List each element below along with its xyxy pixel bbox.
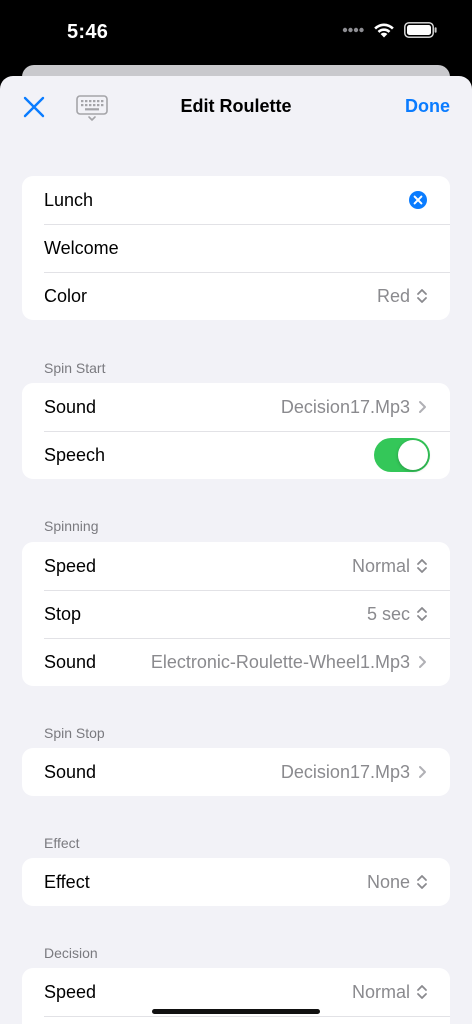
speed-value-text: Normal bbox=[351, 981, 410, 1002]
sound-value-text: Decision17.Mp3 bbox=[280, 396, 410, 417]
cellular-signal-icon bbox=[342, 27, 364, 33]
chevron-right-icon bbox=[419, 401, 426, 413]
effect-label: Effect bbox=[44, 871, 90, 892]
speed-value[interactable]: Normal bbox=[352, 982, 428, 1003]
effect-row[interactable]: Effect None bbox=[22, 858, 450, 906]
chevron-up-down-icon bbox=[417, 559, 427, 573]
sound-value-text: Electronic-Roulette-Wheel1.Mp3 bbox=[150, 651, 410, 672]
chevron-up-down-icon bbox=[417, 875, 427, 889]
sound-label: Sound bbox=[44, 396, 97, 417]
spinning-group: Speed Normal Stop 5 sec Sound Electronic… bbox=[22, 542, 450, 686]
battery-icon bbox=[404, 22, 437, 38]
sound-label: Sound bbox=[44, 651, 97, 672]
home-indicator[interactable] bbox=[152, 1009, 320, 1014]
speed-label: Speed bbox=[44, 555, 97, 576]
spinning-stop-row[interactable]: Stop 5 sec bbox=[22, 590, 450, 638]
sound-value-text: Decision17.Mp3 bbox=[280, 761, 410, 782]
stop-value[interactable]: 5 sec bbox=[367, 604, 428, 625]
sound-value[interactable]: Decision17.Mp3 bbox=[281, 397, 428, 418]
chevron-up-down-icon bbox=[417, 985, 427, 999]
stop-label: Stop bbox=[44, 603, 82, 624]
toggle-knob bbox=[398, 440, 428, 470]
done-button[interactable]: Done bbox=[405, 96, 450, 117]
speed-label: Speed bbox=[44, 981, 97, 1002]
roulette-info-group: Lunch Welcome Color Red bbox=[22, 176, 450, 320]
effect-value[interactable]: None bbox=[367, 872, 428, 893]
navigation-bar: Edit Roulette Done bbox=[0, 76, 472, 136]
color-value[interactable]: Red bbox=[377, 286, 428, 307]
spinning-sound-row[interactable]: Sound Electronic-Roulette-Wheel1.Mp3 bbox=[22, 638, 450, 686]
sound-value[interactable]: Electronic-Roulette-Wheel1.Mp3 bbox=[151, 652, 428, 673]
chevron-right-icon bbox=[419, 766, 426, 778]
page-title: Edit Roulette bbox=[180, 96, 292, 116]
edit-sheet: Edit Roulette Done Lunch Welcome Color R… bbox=[0, 76, 472, 1024]
spin-start-sound-row[interactable]: Sound Decision17.Mp3 bbox=[22, 383, 450, 431]
color-row[interactable]: Color Red bbox=[22, 272, 450, 320]
status-bar: 5:46 bbox=[0, 0, 472, 64]
color-value-text: Red bbox=[376, 285, 410, 306]
color-label: Color bbox=[44, 285, 88, 306]
title-field[interactable]: Lunch bbox=[22, 176, 450, 224]
wifi-icon bbox=[374, 23, 394, 38]
subtitle-field[interactable]: Welcome bbox=[22, 224, 450, 272]
speech-label: Speech bbox=[44, 444, 106, 465]
clear-icon[interactable] bbox=[408, 190, 428, 210]
speech-toggle[interactable] bbox=[374, 438, 430, 472]
stop-value-text: 5 sec bbox=[366, 603, 410, 624]
effect-value-text: None bbox=[366, 871, 410, 892]
spin-stop-group: Sound Decision17.Mp3 bbox=[22, 748, 450, 796]
sound-value[interactable]: Decision17.Mp3 bbox=[281, 762, 428, 783]
effect-group: Effect None bbox=[22, 858, 450, 906]
section-header-decision: Decision bbox=[44, 945, 98, 961]
spin-stop-sound-row[interactable]: Sound Decision17.Mp3 bbox=[22, 748, 450, 796]
chevron-up-down-icon bbox=[417, 289, 427, 303]
decision-next-row[interactable] bbox=[22, 1016, 450, 1024]
spinning-speed-row[interactable]: Speed Normal bbox=[22, 542, 450, 590]
chevron-right-icon bbox=[419, 656, 426, 668]
spin-start-group: Sound Decision17.Mp3 Speech bbox=[22, 383, 450, 479]
section-header-effect: Effect bbox=[44, 835, 80, 851]
status-icons bbox=[342, 22, 438, 38]
decision-group: Speed Normal bbox=[22, 968, 450, 1024]
status-time: 5:46 bbox=[67, 21, 109, 43]
section-header-spin-stop: Spin Stop bbox=[44, 725, 105, 741]
chevron-up-down-icon bbox=[417, 607, 427, 621]
speed-value-text: Normal bbox=[351, 555, 410, 576]
subtitle-value[interactable]: Welcome bbox=[44, 238, 119, 259]
title-value[interactable]: Lunch bbox=[44, 190, 93, 211]
speed-value[interactable]: Normal bbox=[352, 556, 428, 577]
section-header-spinning: Spinning bbox=[44, 518, 99, 534]
section-header-spin-start: Spin Start bbox=[44, 360, 106, 376]
speech-row: Speech bbox=[22, 431, 450, 479]
sound-label: Sound bbox=[44, 761, 97, 782]
